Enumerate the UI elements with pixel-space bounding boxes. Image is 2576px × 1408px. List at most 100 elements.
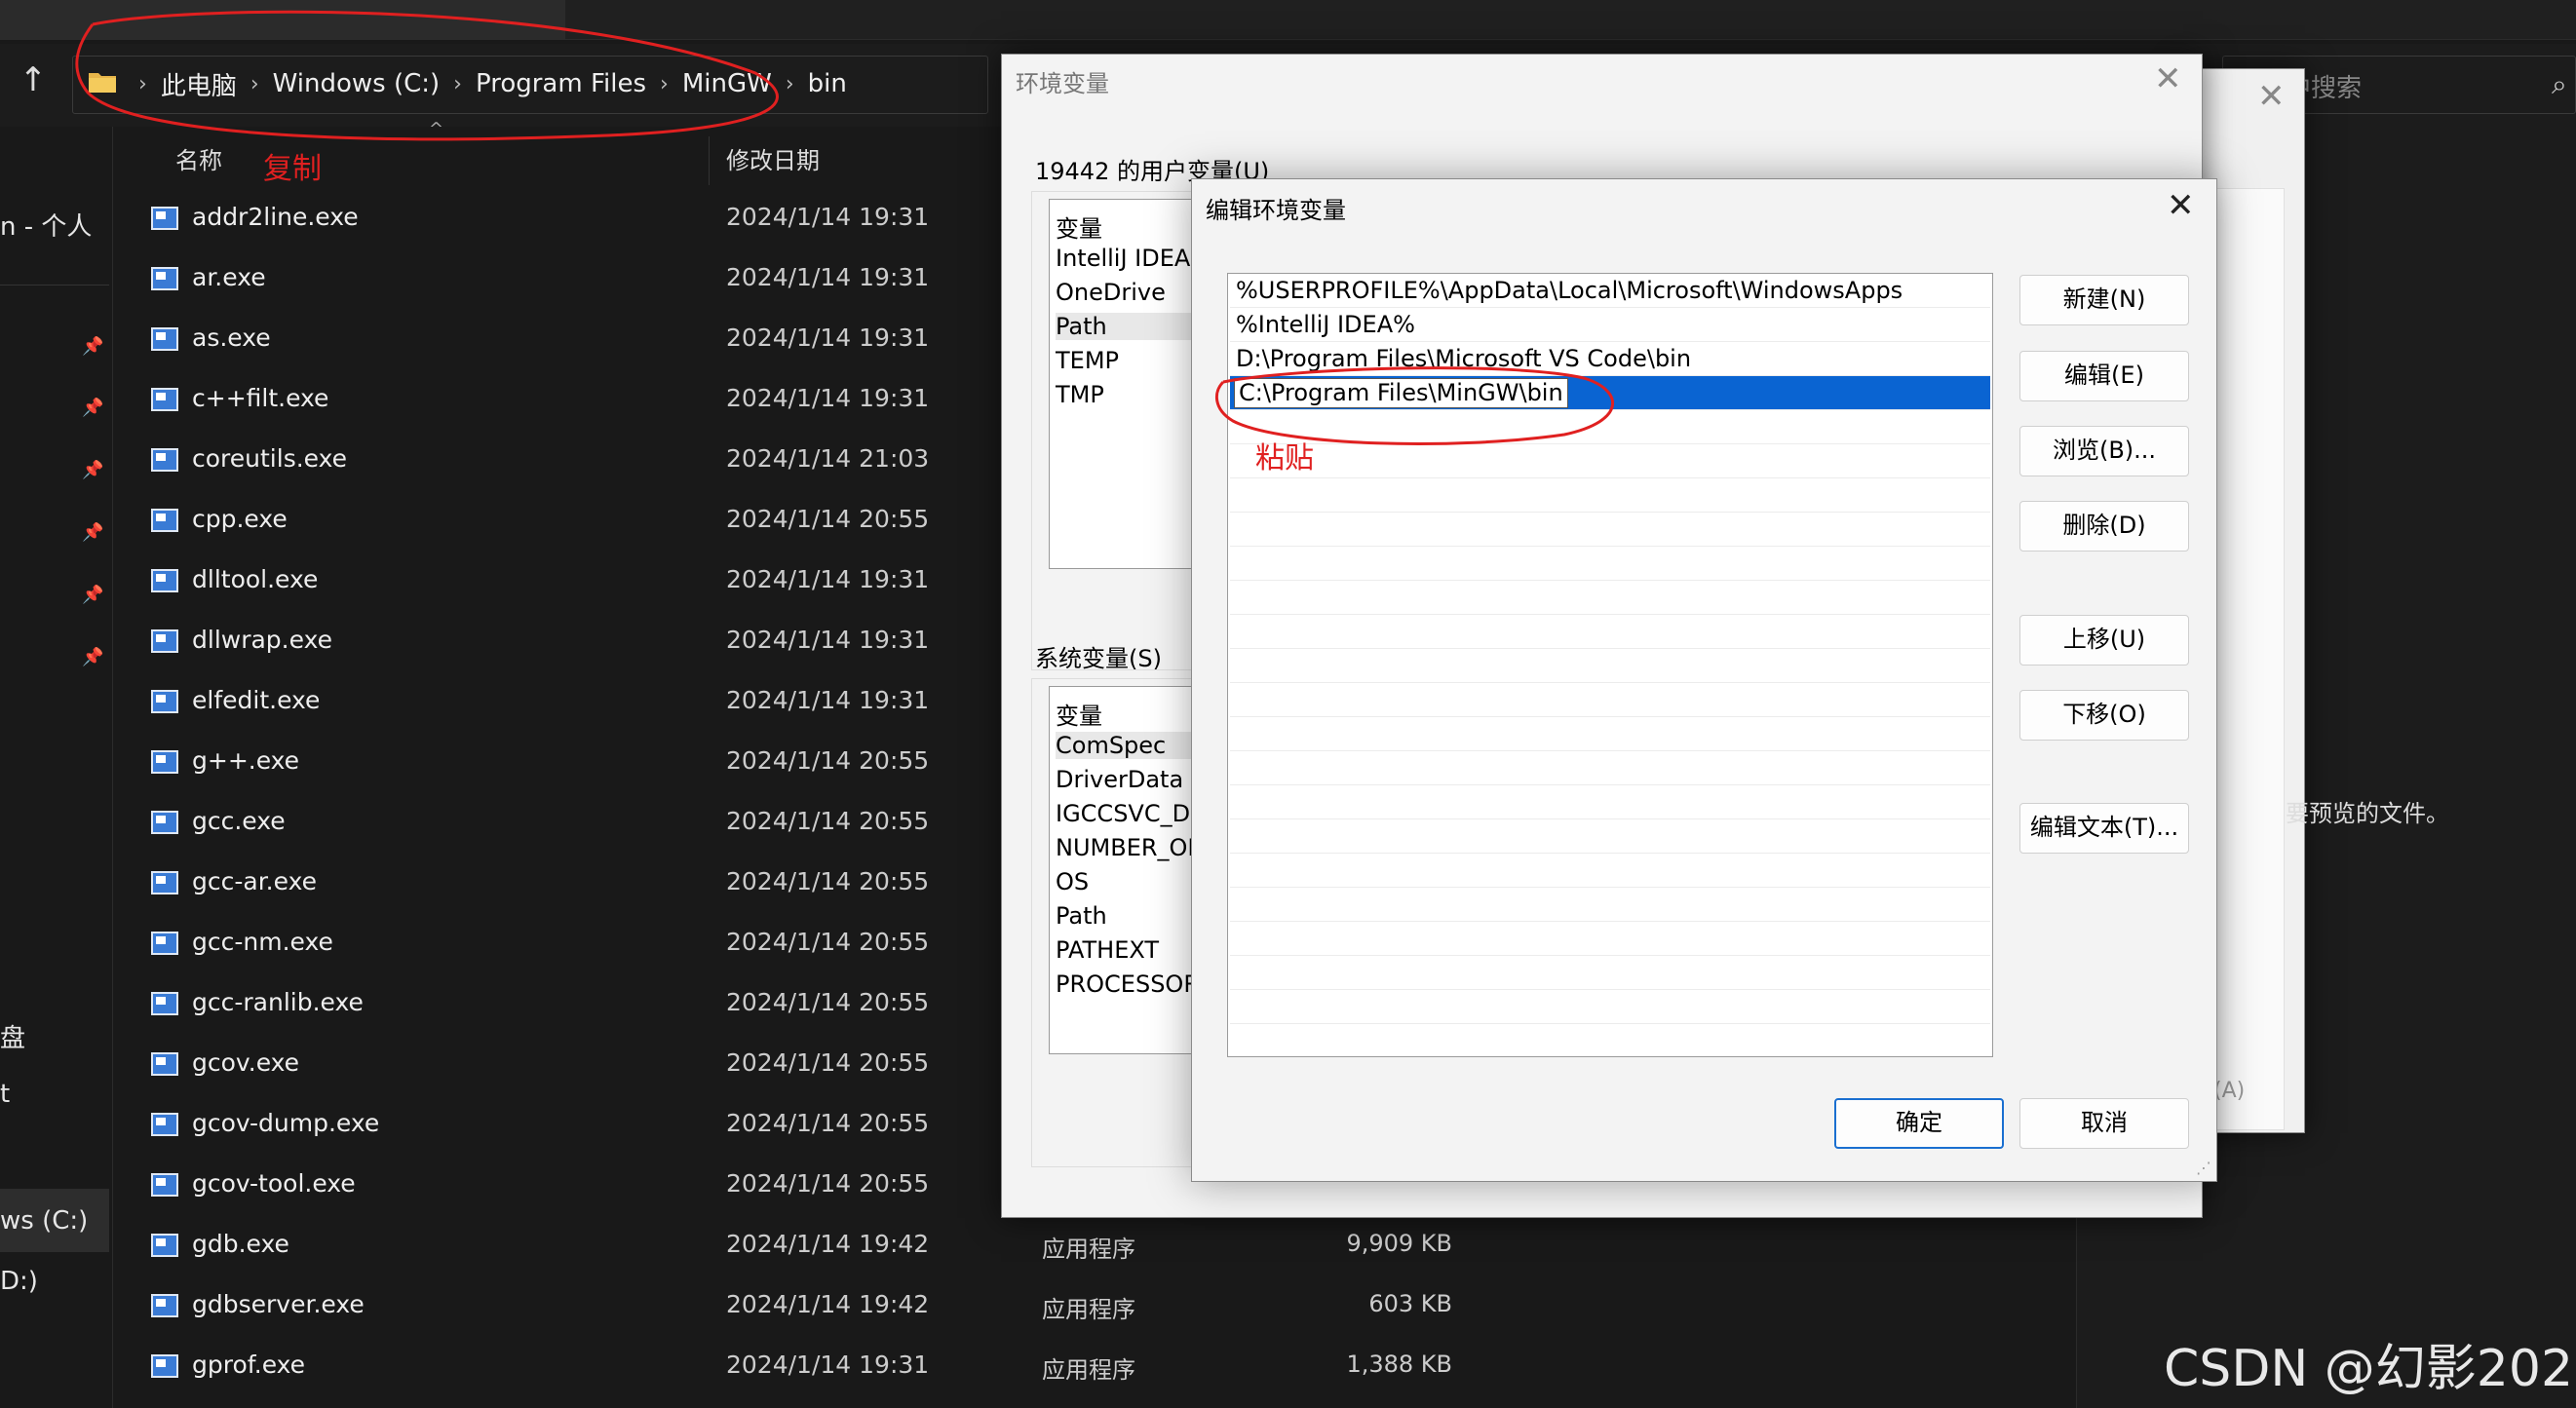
file-name: c++filt.exe	[192, 384, 329, 412]
file-name: gprof.exe	[192, 1351, 306, 1379]
edit-button[interactable]: 编辑(E)	[2019, 351, 2189, 401]
exe-file-icon	[151, 1113, 178, 1136]
file-name: as.exe	[192, 323, 271, 352]
pin-icon: 📌	[82, 398, 104, 418]
file-type: 应用程序	[1042, 1296, 1135, 1323]
empty-path-slot[interactable]	[1230, 854, 1990, 888]
exe-file-icon	[151, 207, 178, 230]
pin-icon: 📌	[82, 585, 104, 605]
new-button[interactable]: 新建(N)	[2019, 275, 2189, 325]
close-icon[interactable]: ✕	[2257, 80, 2286, 113]
file-date: 2024/1/14 19:31	[726, 203, 930, 231]
column-header-variable[interactable]: 变量	[1056, 209, 1102, 244]
file-name: cpp.exe	[192, 505, 288, 533]
column-header-date[interactable]: 修改日期	[726, 141, 820, 175]
exe-file-icon	[151, 388, 178, 411]
dialog-title: 环境变量	[1016, 70, 1109, 97]
empty-path-slot[interactable]	[1230, 478, 1990, 513]
nav-item-windows-c[interactable]: ws (C:)	[0, 1206, 88, 1236]
file-date: 2024/1/14 19:31	[726, 263, 930, 291]
nav-item-d-drive[interactable]: D:)	[0, 1267, 38, 1296]
file-name: gcov-dump.exe	[192, 1109, 380, 1137]
file-size: 1,388 KB	[1346, 1351, 1452, 1378]
delete-button[interactable]: 删除(D)	[2019, 501, 2189, 552]
move-down-button[interactable]: 下移(O)	[2019, 690, 2189, 741]
close-icon[interactable]: ✕	[2167, 189, 2195, 222]
file-name: gcc.exe	[192, 807, 286, 835]
file-date: 2024/1/14 19:42	[726, 1230, 930, 1258]
file-date: 2024/1/14 20:55	[726, 1109, 930, 1137]
empty-path-slot[interactable]	[1230, 990, 1990, 1024]
nav-item-partial[interactable]: 盘	[0, 1018, 25, 1054]
edit-env-var-dialog: 编辑环境变量 ✕ %USERPROFILE%\AppData\Local\Mic…	[1191, 178, 2217, 1182]
file-name: gcc-nm.exe	[192, 928, 333, 956]
nav-item-onedrive[interactable]: n - 个人	[0, 207, 92, 243]
exe-file-icon	[151, 992, 178, 1015]
exe-file-icon	[151, 569, 178, 592]
empty-path-slot[interactable]	[1230, 751, 1990, 785]
search-icon[interactable]: ⌕	[2552, 68, 2576, 100]
pin-icon: 📌	[82, 647, 104, 667]
empty-path-slot[interactable]	[1230, 547, 1990, 581]
file-name: dlltool.exe	[192, 565, 319, 593]
empty-path-slot[interactable]	[1230, 1024, 1990, 1056]
nav-item-partial[interactable]: t	[0, 1080, 10, 1109]
exe-file-icon	[151, 327, 178, 351]
file-name: g++.exe	[192, 746, 300, 775]
file-row[interactable]: gdb.exe 2024/1/14 19:42 应用程序 9,909 KB	[151, 1216, 2198, 1276]
empty-path-slot[interactable]	[1230, 888, 1990, 922]
file-name: gcov.exe	[192, 1048, 300, 1077]
file-date: 2024/1/14 19:31	[726, 686, 930, 714]
file-date: 2024/1/14 21:03	[726, 444, 930, 473]
file-row[interactable]: gdbserver.exe 2024/1/14 19:42 应用程序 603 KB	[151, 1276, 2198, 1337]
preview-hint-text: 要预览的文件。	[2286, 800, 2449, 827]
file-size: 9,909 KB	[1346, 1230, 1452, 1257]
browse-button[interactable]: 浏览(B)...	[2019, 426, 2189, 476]
file-name: gdb.exe	[192, 1230, 289, 1258]
background-dialog-panel	[2210, 188, 2285, 1130]
close-icon[interactable]: ✕	[2154, 62, 2182, 95]
file-name: ar.exe	[192, 263, 266, 291]
file-name: gcov-tool.exe	[192, 1169, 356, 1198]
empty-path-slot[interactable]	[1230, 956, 1990, 990]
file-type: 应用程序	[1042, 1236, 1135, 1263]
empty-path-slot[interactable]	[1230, 717, 1990, 751]
resize-grip-icon[interactable]: ⋰	[2196, 1159, 2211, 1177]
copy-annotation: 复制	[263, 152, 322, 186]
file-name: elfedit.exe	[192, 686, 321, 714]
path-item[interactable]: %IntelliJ IDEA%	[1230, 308, 1990, 342]
file-size: 603 KB	[1368, 1290, 1452, 1317]
exe-file-icon	[151, 1354, 178, 1378]
exe-file-icon	[151, 1052, 178, 1076]
file-date: 2024/1/14 20:55	[726, 1048, 930, 1077]
file-date: 2024/1/14 19:31	[726, 323, 930, 352]
empty-path-slot[interactable]	[1230, 683, 1990, 717]
up-arrow-icon[interactable]: ↑	[14, 60, 53, 99]
file-date: 2024/1/14 20:55	[726, 1169, 930, 1198]
empty-path-slot[interactable]	[1230, 581, 1990, 615]
column-divider[interactable]	[709, 136, 710, 185]
path-item[interactable]: %USERPROFILE%\AppData\Local\Microsoft\Wi…	[1230, 274, 1990, 308]
empty-path-slot[interactable]	[1230, 922, 1990, 956]
file-name: gcc-ranlib.exe	[192, 988, 364, 1016]
empty-path-slot[interactable]	[1230, 615, 1990, 649]
empty-path-slot[interactable]	[1230, 513, 1990, 547]
empty-path-slot[interactable]	[1230, 649, 1990, 683]
exe-file-icon	[151, 690, 178, 713]
ok-button[interactable]: 确定	[1834, 1098, 2004, 1149]
empty-path-slot[interactable]	[1230, 785, 1990, 819]
empty-path-slot[interactable]	[1230, 819, 1990, 854]
exe-file-icon	[151, 932, 178, 955]
column-header-name[interactable]: 名称	[175, 141, 222, 175]
empty-path-slot[interactable]	[1230, 444, 1990, 478]
file-date: 2024/1/14 19:31	[726, 626, 930, 654]
cancel-button[interactable]: 取消	[2019, 1098, 2189, 1149]
file-row[interactable]: gprof.exe 2024/1/14 19:31 应用程序 1,388 KB	[151, 1337, 2198, 1397]
edit-text-button[interactable]: 编辑文本(T)...	[2019, 803, 2189, 854]
column-header-variable[interactable]: 变量	[1056, 697, 1102, 731]
move-up-button[interactable]: 上移(U)	[2019, 615, 2189, 666]
pin-icon: 📌	[82, 522, 104, 543]
file-date: 2024/1/14 19:42	[726, 1290, 930, 1318]
file-date: 2024/1/14 20:55	[726, 988, 930, 1016]
file-name: addr2line.exe	[192, 203, 359, 231]
